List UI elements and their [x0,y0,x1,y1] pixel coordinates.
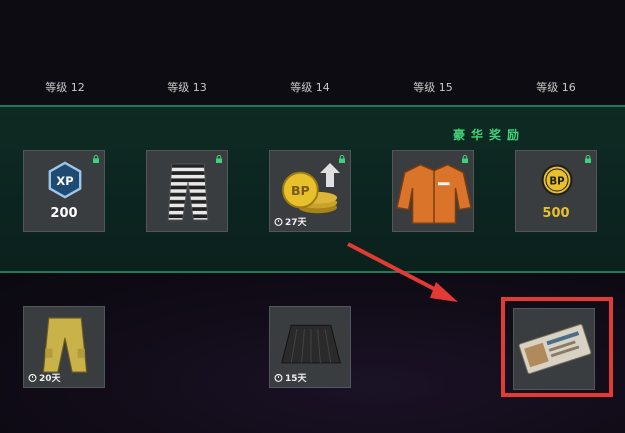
level-label-14: 等级 14 [290,81,330,94]
reward-card-bp-500[interactable]: BP 500 [515,150,597,232]
reward-card-yellow-pants[interactable]: 20天 [23,306,105,388]
annotation-arrow [347,242,458,302]
reward-card-striped-pants[interactable] [146,150,228,232]
lock-icon [585,155,591,163]
svg-text:BP: BP [549,176,565,187]
stopwatch-icon [274,217,283,226]
level-label-16: 等级 16 [536,81,576,94]
xp-badge-icon: XP [48,161,82,199]
svg-text:BP: BP [291,183,310,198]
svg-text:XP: XP [56,174,73,188]
highlight-frame [501,297,613,397]
timer-label: 15天 [274,371,307,384]
lock-icon [93,155,99,163]
xp-amount: 200 [50,206,78,221]
black-skirt-icon [281,324,341,364]
bp-coin-icon: BP [541,164,573,196]
stopwatch-icon [274,373,283,382]
reward-card-black-skirt[interactable]: 15天 [269,306,351,388]
timer-text: 27天 [285,218,307,228]
reward-card-bp-coins[interactable]: BP 27天 [269,150,351,232]
level-label-12: 等级 12 [45,81,85,94]
orange-jacket-icon [396,163,472,224]
lock-icon [216,155,222,163]
upgrade-arrow-icon [320,163,340,187]
premium-title: 豪华奖励 [453,128,526,142]
reward-card-xp[interactable]: XP 200 [23,150,105,232]
level-label-13: 等级 13 [167,81,207,94]
timer-label: 27天 [274,215,307,228]
stopwatch-icon [28,373,37,382]
striped-pants-icon [167,163,209,221]
bp-amount: 500 [542,206,570,221]
timer-label: 20天 [28,371,61,384]
timer-text: 20天 [39,374,61,384]
level-label-15: 等级 15 [413,81,453,94]
reward-card-orange-jacket[interactable] [392,150,474,232]
timer-text: 15天 [285,374,307,384]
